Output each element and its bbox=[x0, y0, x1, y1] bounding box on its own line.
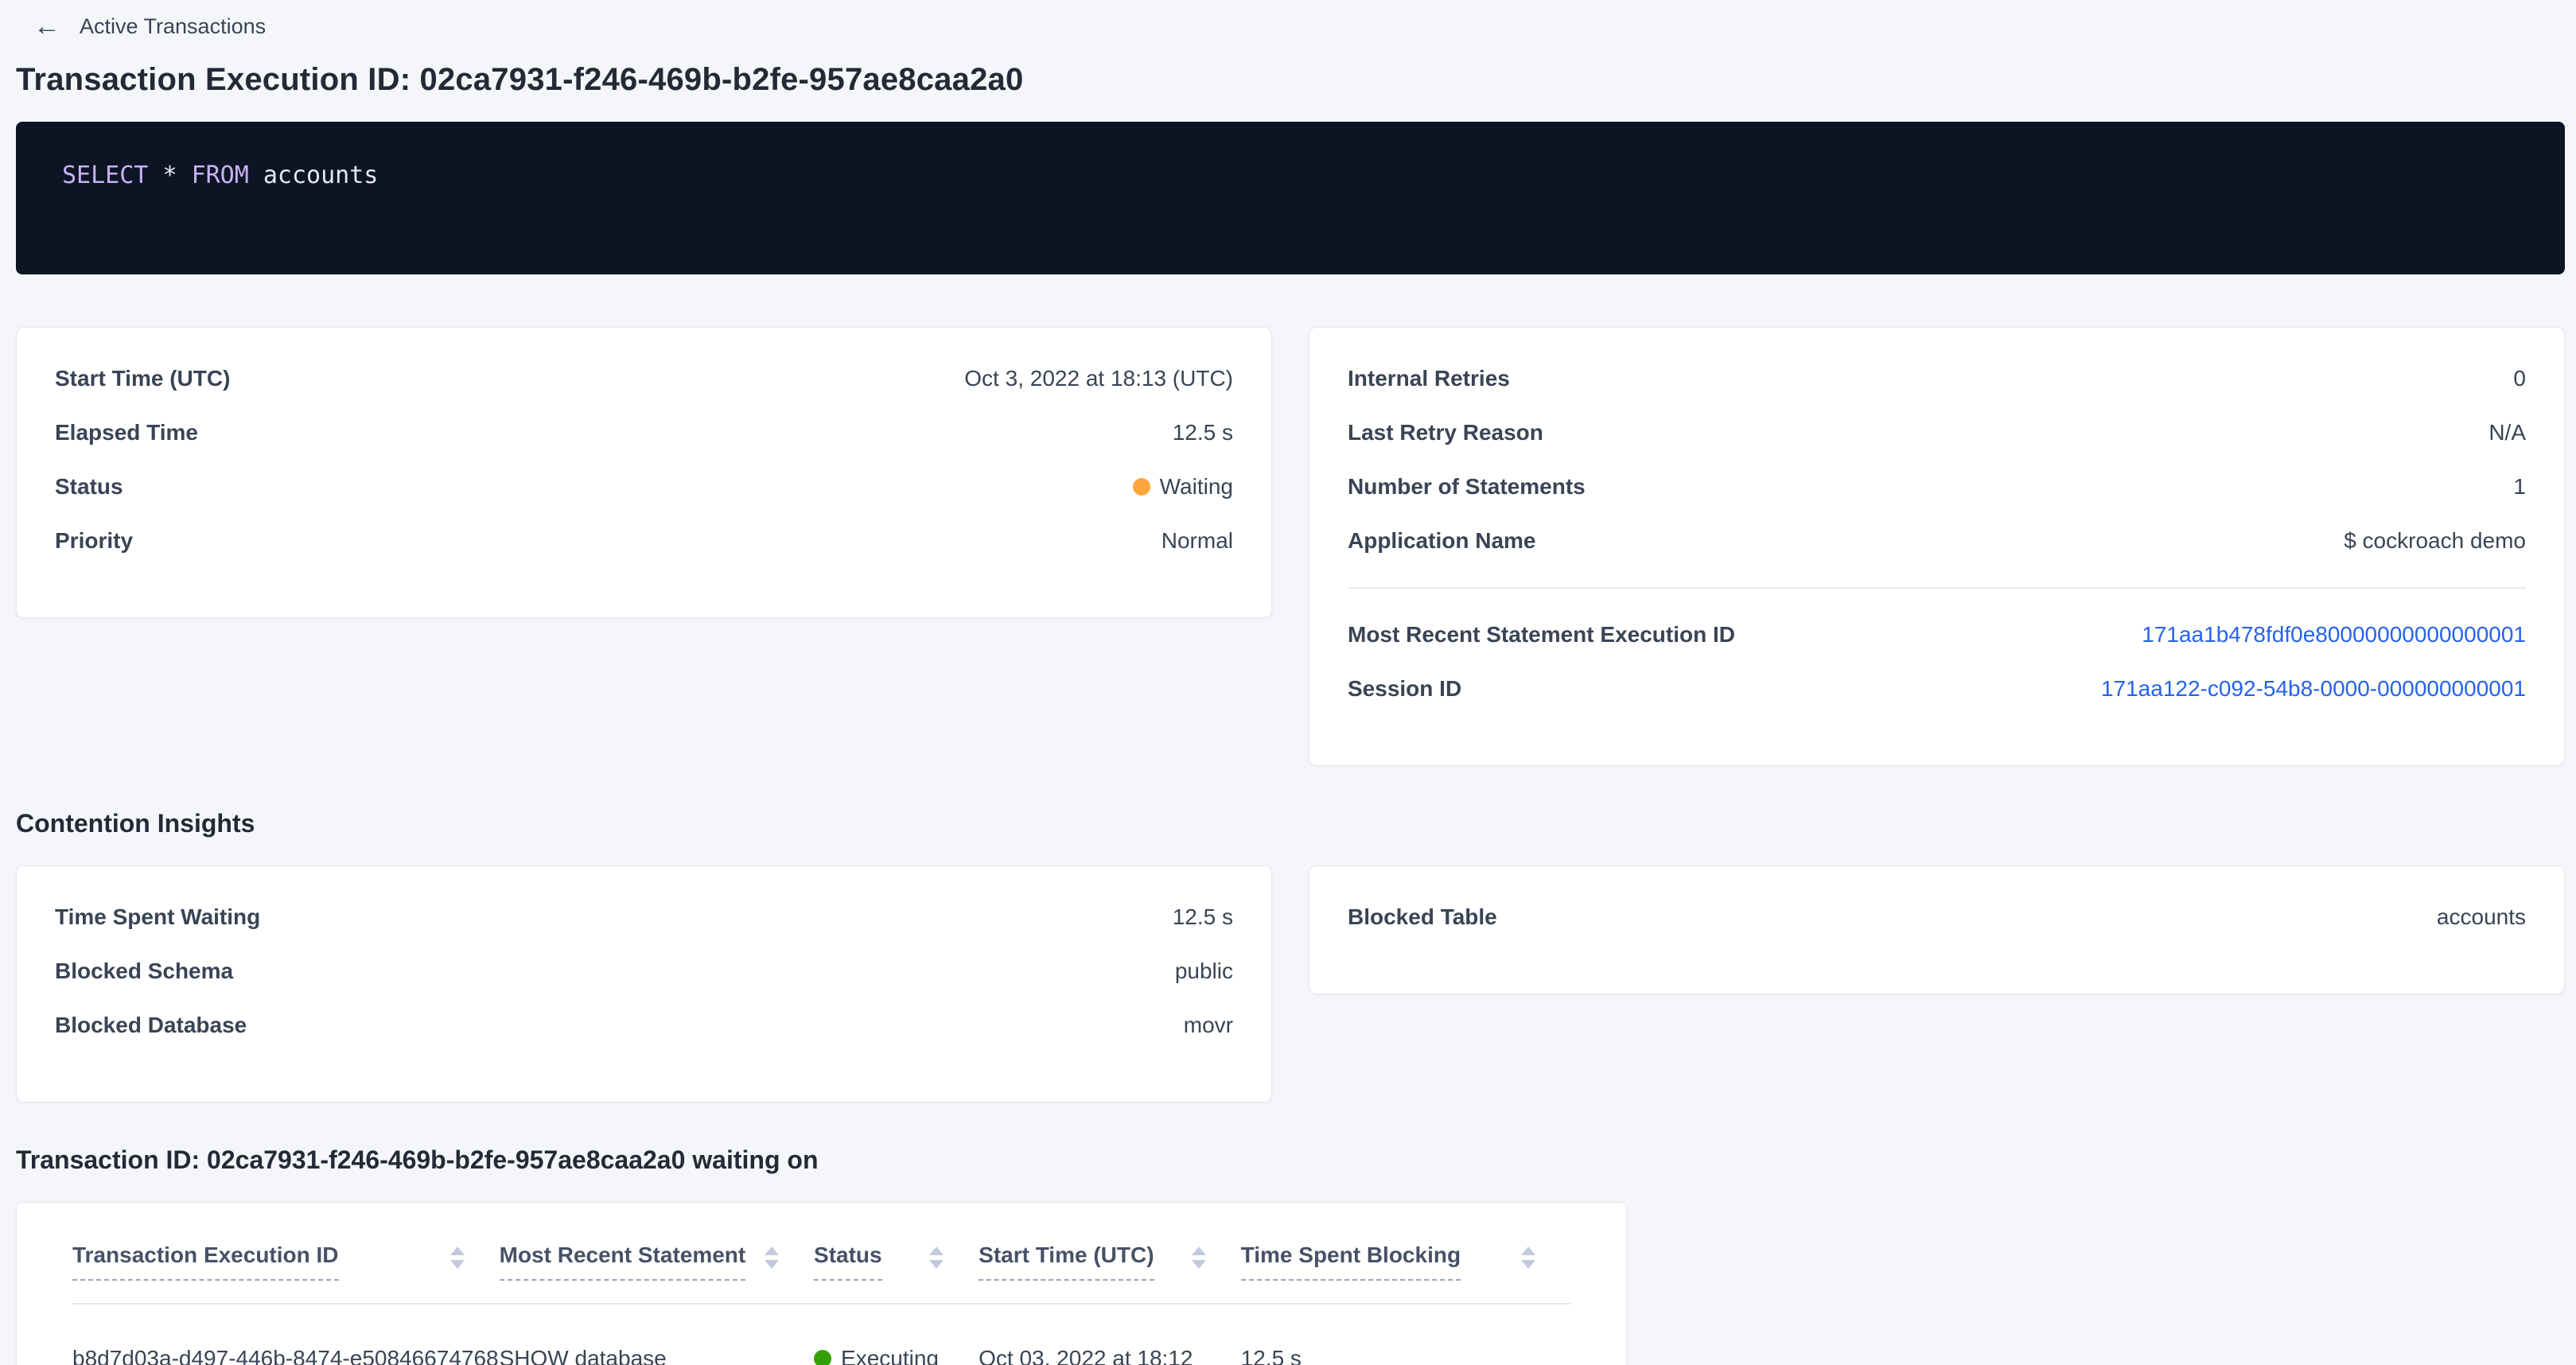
sort-icon[interactable] bbox=[1192, 1246, 1206, 1269]
column-label[interactable]: Status bbox=[814, 1242, 882, 1281]
summary-cards-row: Start Time (UTC) Oct 3, 2022 at 18:13 (U… bbox=[16, 327, 2565, 766]
info-value: public bbox=[1175, 959, 1233, 984]
contention-left-card: Time Spent Waiting 12.5 s Blocked Schema… bbox=[16, 865, 1272, 1102]
info-label: Priority bbox=[55, 528, 133, 554]
cell-status: Executing bbox=[814, 1304, 979, 1365]
table-header-row: Transaction Execution ID Most Recent Sta… bbox=[72, 1231, 1570, 1304]
info-row-blocked-database: Blocked Database movr bbox=[55, 998, 1233, 1052]
info-label: Blocked Table bbox=[1348, 904, 1497, 930]
session-id-link[interactable]: 171aa122-c092-54b8-0000-000000000001 bbox=[2101, 676, 2526, 702]
status-waiting-dot-icon bbox=[1133, 478, 1150, 496]
contention-cards-row: Time Spent Waiting 12.5 s Blocked Schema… bbox=[16, 865, 2565, 1102]
info-label: Internal Retries bbox=[1348, 366, 1510, 391]
status-executing-dot-icon bbox=[814, 1350, 831, 1365]
info-row-time-spent-waiting: Time Spent Waiting 12.5 s bbox=[55, 890, 1233, 944]
info-label: Most Recent Statement Execution ID bbox=[1348, 622, 1735, 648]
column-header-status: Status bbox=[814, 1231, 979, 1304]
info-row-start-time: Start Time (UTC) Oct 3, 2022 at 18:13 (U… bbox=[55, 352, 1233, 406]
info-row-status: Status Waiting bbox=[55, 460, 1233, 514]
sql-keyword-select: SELECT bbox=[62, 161, 148, 189]
cell-most-recent-statement: SHOW database bbox=[500, 1304, 814, 1365]
info-row-last-retry-reason: Last Retry Reason N/A bbox=[1348, 406, 2526, 460]
info-label: Session ID bbox=[1348, 676, 1461, 702]
card-divider bbox=[1348, 587, 2526, 589]
info-row-session-id: Session ID 171aa122-c092-54b8-0000-00000… bbox=[1348, 662, 2526, 716]
status-text: Waiting bbox=[1160, 474, 1233, 499]
column-label[interactable]: Start Time (UTC) bbox=[979, 1242, 1154, 1281]
info-value: 0 bbox=[2513, 366, 2526, 391]
sql-table-name: accounts bbox=[263, 161, 379, 189]
breadcrumb[interactable]: ← Active Transactions bbox=[33, 13, 266, 40]
column-header-time-spent-blocking: Time Spent Blocking bbox=[1241, 1231, 1570, 1304]
column-label[interactable]: Most Recent Statement bbox=[500, 1242, 746, 1281]
sort-icon[interactable] bbox=[929, 1246, 944, 1269]
waiting-on-table-card: Transaction Execution ID Most Recent Sta… bbox=[16, 1202, 1627, 1365]
info-row-blocked-schema: Blocked Schema public bbox=[55, 944, 1233, 998]
info-value: 12.5 s bbox=[1173, 420, 1233, 445]
transaction-details-page: ← Active Transactions Transaction Execut… bbox=[0, 13, 2576, 1365]
info-value: N/A bbox=[2488, 420, 2526, 445]
cell-time-spent-blocking: 12.5 s bbox=[1241, 1304, 1570, 1365]
cell-transaction-execution-id: b8d7d03a-d497-446b-8474-e50846674768 bbox=[72, 1304, 500, 1365]
info-row-elapsed-time: Elapsed Time 12.5 s bbox=[55, 406, 1233, 460]
info-label: Blocked Database bbox=[55, 1013, 247, 1038]
info-label: Start Time (UTC) bbox=[55, 366, 230, 391]
info-value: Normal bbox=[1162, 528, 1233, 554]
info-value: Oct 3, 2022 at 18:13 (UTC) bbox=[964, 366, 1233, 391]
waiting-on-heading: Transaction ID: 02ca7931-f246-469b-b2fe-… bbox=[16, 1145, 2565, 1175]
table-row: b8d7d03a-d497-446b-8474-e50846674768 SHO… bbox=[72, 1304, 1570, 1365]
sql-statement-box: SELECT * FROM accounts bbox=[16, 122, 2565, 274]
page-title: Transaction Execution ID: 02ca7931-f246-… bbox=[16, 62, 2565, 98]
contention-insights-heading: Contention Insights bbox=[16, 809, 2565, 838]
column-label[interactable]: Transaction Execution ID bbox=[72, 1242, 339, 1281]
contention-right-card: Blocked Table accounts bbox=[1309, 865, 2565, 994]
status-text: Executing bbox=[841, 1346, 939, 1365]
execution-details-card: Internal Retries 0 Last Retry Reason N/A… bbox=[1309, 327, 2565, 766]
transaction-summary-card: Start Time (UTC) Oct 3, 2022 at 18:13 (U… bbox=[16, 327, 1272, 618]
info-row-internal-retries: Internal Retries 0 bbox=[1348, 352, 2526, 406]
info-label: Application Name bbox=[1348, 528, 1535, 554]
sql-star: * bbox=[162, 161, 177, 189]
column-label[interactable]: Time Spent Blocking bbox=[1241, 1242, 1461, 1281]
info-row-number-of-statements: Number of Statements 1 bbox=[1348, 460, 2526, 514]
back-arrow-icon[interactable]: ← bbox=[33, 13, 60, 40]
info-label: Last Retry Reason bbox=[1348, 420, 1543, 445]
info-row-statement-execution-id: Most Recent Statement Execution ID 171aa… bbox=[1348, 608, 2526, 662]
info-label: Elapsed Time bbox=[55, 420, 198, 445]
info-value: 12.5 s bbox=[1173, 904, 1233, 930]
column-header-start-time: Start Time (UTC) bbox=[979, 1231, 1241, 1304]
info-row-blocked-table: Blocked Table accounts bbox=[1348, 890, 2526, 944]
info-row-application-name: Application Name $ cockroach demo bbox=[1348, 514, 2526, 568]
cell-start-time: Oct 03, 2022 at 18:12 bbox=[979, 1304, 1241, 1365]
sql-keyword-from: FROM bbox=[192, 161, 249, 189]
info-value: $ cockroach demo bbox=[2344, 528, 2526, 554]
sort-icon[interactable] bbox=[450, 1246, 465, 1269]
breadcrumb-label[interactable]: Active Transactions bbox=[80, 14, 266, 39]
info-label: Number of Statements bbox=[1348, 474, 1586, 500]
info-label: Blocked Schema bbox=[55, 959, 233, 984]
info-label: Status bbox=[55, 474, 123, 500]
waiting-on-table: Transaction Execution ID Most Recent Sta… bbox=[72, 1231, 1570, 1365]
info-value: 1 bbox=[2513, 474, 2526, 500]
info-label: Time Spent Waiting bbox=[55, 904, 260, 930]
column-header-transaction-execution-id: Transaction Execution ID bbox=[72, 1231, 500, 1304]
statement-execution-id-link[interactable]: 171aa1b478fdf0e80000000000000001 bbox=[2142, 622, 2526, 648]
info-row-priority: Priority Normal bbox=[55, 514, 1233, 568]
sort-icon[interactable] bbox=[1521, 1246, 1535, 1269]
column-header-most-recent-statement: Most Recent Statement bbox=[500, 1231, 814, 1304]
info-value: Waiting bbox=[1133, 474, 1233, 500]
info-value: movr bbox=[1184, 1013, 1233, 1038]
info-value: accounts bbox=[2437, 904, 2526, 930]
sort-icon[interactable] bbox=[765, 1246, 779, 1269]
